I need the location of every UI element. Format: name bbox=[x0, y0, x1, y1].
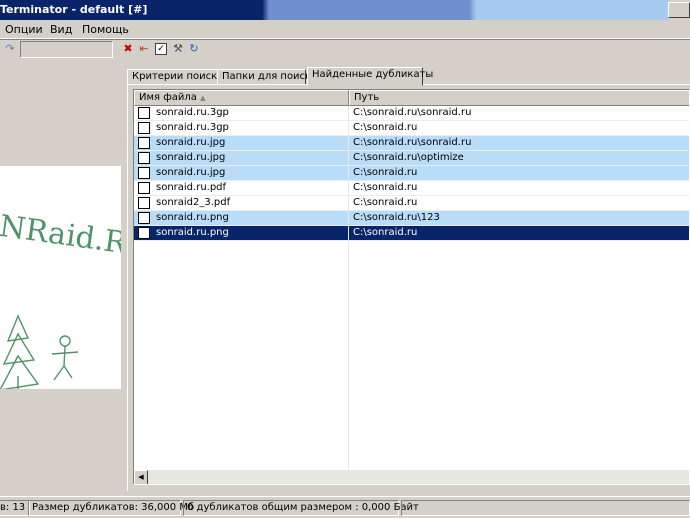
tab-search-criteria[interactable]: Критерии поиска bbox=[127, 69, 223, 85]
preview-panel: NRaid.Ru bbox=[0, 67, 148, 491]
row-checkbox[interactable] bbox=[138, 137, 150, 149]
row-path: C:\sonraid.ru\sonraid.ru bbox=[353, 107, 472, 118]
scroll-left-icon[interactable]: ◀ bbox=[134, 470, 148, 484]
row-checkbox[interactable] bbox=[138, 212, 150, 224]
row-filename: sonraid.ru.jpg bbox=[156, 137, 226, 148]
row-path: C:\sonraid.ru\optimize bbox=[353, 152, 464, 163]
row-checkbox[interactable] bbox=[138, 182, 150, 194]
row-filename: sonraid.ru.jpg bbox=[156, 167, 226, 178]
row-filename: sonraid.ru.jpg bbox=[156, 152, 226, 163]
title-bar: Terminator - default [#] bbox=[0, 0, 690, 20]
row-checkbox[interactable] bbox=[138, 107, 150, 119]
row-checkbox[interactable] bbox=[138, 167, 150, 179]
table-row[interactable]: sonraid.ru.png C:\sonraid.ru\123 bbox=[134, 211, 689, 226]
status-extra bbox=[401, 500, 690, 516]
menu-view[interactable]: Вид bbox=[50, 23, 72, 36]
row-filename: sonraid.ru.3gp bbox=[156, 107, 229, 118]
table-row[interactable]: sonraid.ru.jpg C:\sonraid.ru bbox=[134, 166, 689, 181]
tab-search-folders[interactable]: Папки для поиска bbox=[217, 69, 317, 85]
menu-help[interactable]: Помощь bbox=[82, 23, 129, 36]
table-row[interactable]: sonraid.ru.3gp C:\sonraid.ru\sonraid.ru bbox=[134, 106, 689, 121]
tab-found-duplicates[interactable]: Найденные дубликаты bbox=[307, 67, 433, 86]
table-row[interactable]: sonraid.ru.png C:\sonraid.ru bbox=[134, 226, 689, 241]
row-path: C:\sonraid.ru bbox=[353, 167, 418, 178]
duplicates-list: Имя файла ▲ Путь sonraid.ru.3gp C:\sonrai… bbox=[133, 89, 690, 485]
list-header: Имя файла ▲ Путь bbox=[134, 90, 689, 106]
column-header-path[interactable]: Путь bbox=[349, 90, 689, 106]
toolbar: ↷ ✖ ⇤ ✓ ⚒ ↻ bbox=[0, 39, 690, 59]
row-filename: sonraid.ru.png bbox=[156, 212, 229, 223]
table-row[interactable]: sonraid.ru.3gp C:\sonraid.ru bbox=[134, 121, 689, 136]
check-icon[interactable]: ✓ bbox=[155, 43, 167, 55]
redo-arrow-icon[interactable]: ↷ bbox=[4, 43, 16, 55]
tools-icon[interactable]: ⚒ bbox=[172, 43, 184, 55]
menu-bar: Опции Вид Помощь bbox=[0, 20, 690, 39]
status-dup-size: Размер дубликатов: 36,000 Мб bbox=[28, 500, 194, 516]
window-button[interactable] bbox=[668, 2, 690, 18]
row-filename: sonraid2_3.pdf bbox=[156, 197, 231, 208]
row-path: C:\sonraid.ru\123 bbox=[353, 212, 440, 223]
status-count: в: 13 bbox=[0, 500, 30, 516]
row-path: C:\sonraid.ru bbox=[353, 197, 418, 208]
row-filename: sonraid.ru.3gp bbox=[156, 122, 229, 133]
image-preview: NRaid.Ru bbox=[0, 166, 148, 394]
row-filename: sonraid.ru.png bbox=[156, 227, 229, 238]
row-checkbox[interactable] bbox=[138, 152, 150, 164]
row-path: C:\sonraid.ru bbox=[353, 182, 418, 193]
preview-drawing: NRaid.Ru bbox=[0, 209, 148, 394]
table-row[interactable]: sonraid.ru.jpg C:\sonraid.ru\sonraid.ru bbox=[134, 136, 689, 151]
status-bar: в: 13 Размер дубликатов: 36,000 Мб 0 дуб… bbox=[0, 496, 690, 518]
status-summary: 0 дубликатов общим размером : 0,000 Байт bbox=[183, 500, 419, 516]
window-title: Terminator - default [#] bbox=[0, 3, 148, 16]
list-rows: sonraid.ru.3gp C:\sonraid.ru\sonraid.ru so… bbox=[134, 106, 689, 241]
preview-image-text: NRaid.Ru bbox=[0, 209, 121, 264]
row-checkbox[interactable] bbox=[138, 122, 150, 134]
menu-options[interactable]: Опции bbox=[5, 23, 43, 36]
horizontal-scrollbar[interactable]: ◀ bbox=[134, 470, 689, 484]
row-path: C:\sonraid.ru bbox=[353, 122, 418, 133]
row-path: C:\sonraid.ru bbox=[353, 227, 418, 238]
row-checkbox[interactable] bbox=[138, 197, 150, 209]
row-filename: sonraid.ru.pdf bbox=[156, 182, 227, 193]
row-checkbox[interactable] bbox=[138, 227, 150, 239]
remove-icon[interactable]: ⇤ bbox=[138, 43, 150, 55]
search-input[interactable] bbox=[20, 41, 113, 58]
sort-asc-icon: ▲ bbox=[200, 94, 206, 102]
table-row[interactable]: sonraid.ru.pdf C:\sonraid.ru bbox=[134, 181, 689, 196]
row-path: C:\sonraid.ru\sonraid.ru bbox=[353, 137, 472, 148]
refresh-icon[interactable]: ↻ bbox=[188, 43, 200, 55]
table-row[interactable]: sonraid2_3.pdf C:\sonraid.ru bbox=[134, 196, 689, 211]
table-row[interactable]: sonraid.ru.jpg C:\sonraid.ru\optimize bbox=[134, 151, 689, 166]
column-header-filename[interactable]: Имя файла ▲ bbox=[134, 90, 349, 106]
delete-icon[interactable]: ✖ bbox=[122, 43, 134, 55]
